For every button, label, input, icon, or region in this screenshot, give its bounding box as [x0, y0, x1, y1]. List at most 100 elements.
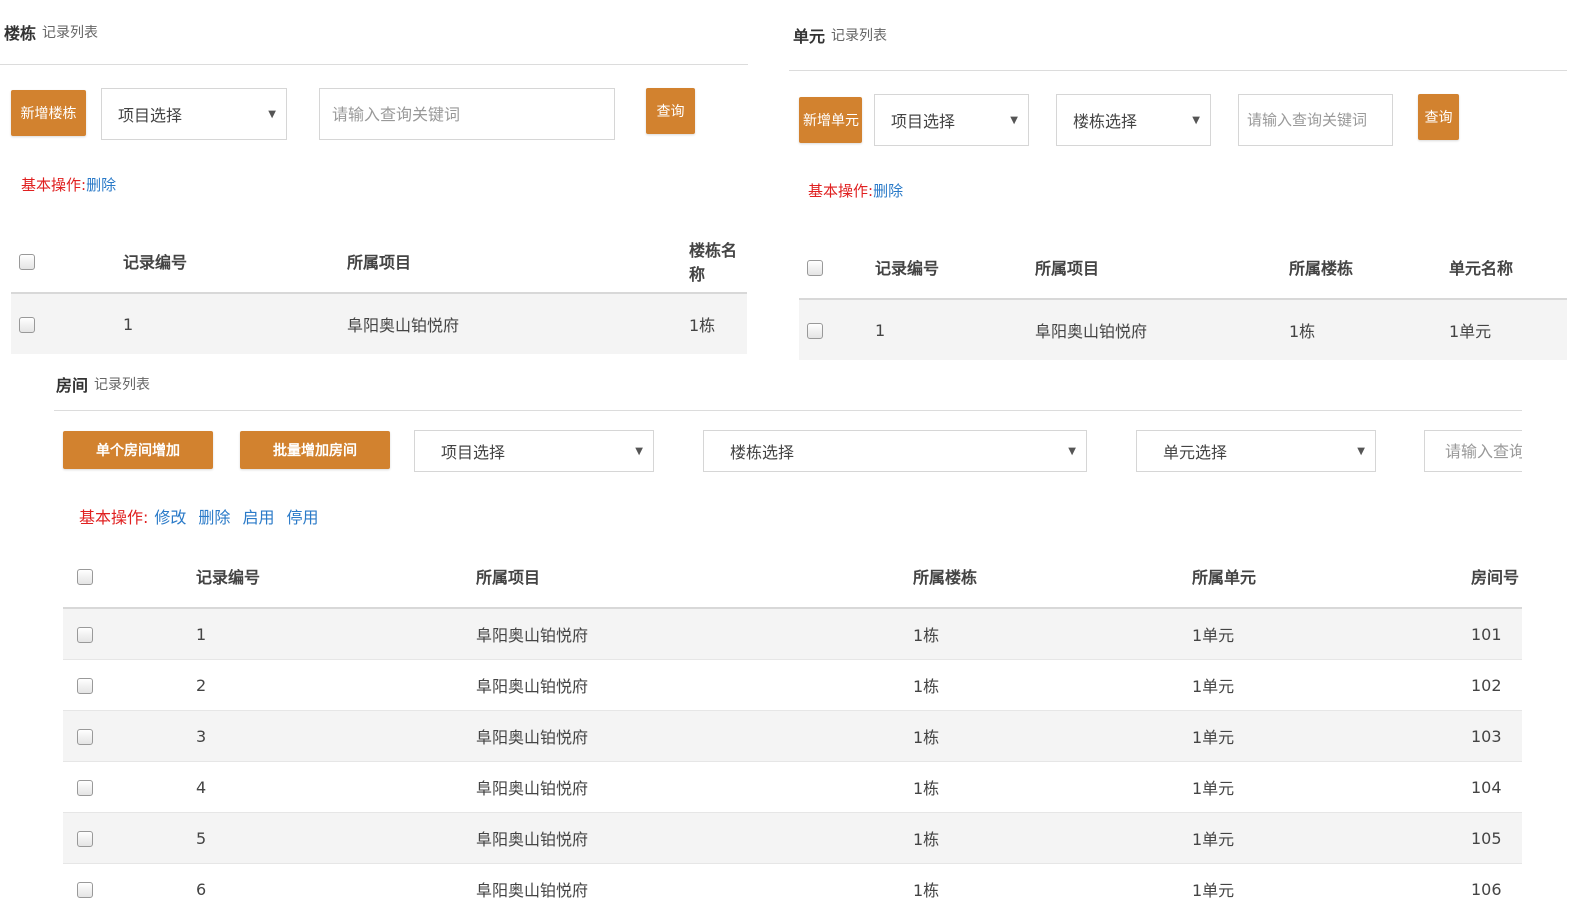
- room-unit-select-value: 单元选择: [1163, 443, 1228, 462]
- unit-name: 1单元: [1191, 812, 1470, 864]
- table-row[interactable]: 1 阜阳奥山铂悦府 1栋 1单元 101: [63, 607, 1522, 660]
- room-ops: 基本操作: 修改 删除 启用 停用: [79, 504, 330, 528]
- add-unit-button[interactable]: 新增单元: [799, 97, 862, 143]
- unit-query-button[interactable]: 查询: [1418, 94, 1459, 140]
- room-delete-link[interactable]: 删除: [198, 504, 230, 528]
- add-single-room-button[interactable]: 单个房间增加: [63, 431, 213, 469]
- room-panel: 房间 记录列表 单个房间增加 批量增加房间 项目选择 ▼ 楼栋选择 ▼ 单元选择…: [54, 358, 1522, 911]
- record-id: 1: [122, 292, 346, 354]
- building-name: 1栋: [912, 761, 1191, 813]
- chevron-down-icon: ▼: [1192, 114, 1200, 126]
- unit-building-select-value: 楼栋选择: [1073, 112, 1138, 131]
- add-building-button[interactable]: 新增楼栋: [11, 90, 86, 136]
- table-row[interactable]: 6 阜阳奥山铂悦府 1栋 1单元 106: [63, 863, 1522, 911]
- room-number: 101: [1470, 607, 1522, 660]
- table-row[interactable]: 1 阜阳奥山铂悦府 1栋 1单元: [799, 298, 1567, 360]
- building-panel-header: 楼栋 记录列表: [0, 0, 748, 65]
- building-ops: 基本操作: 删除: [21, 174, 128, 195]
- room-number: 103: [1470, 710, 1522, 762]
- building-toolbar: 新增楼栋 项目选择 ▼ 查询: [11, 86, 695, 140]
- table-row[interactable]: 1 阜阳奥山铂悦府 1栋: [11, 292, 747, 354]
- room-panel-title: 房间: [56, 376, 89, 395]
- room-building-select[interactable]: 楼栋选择 ▼: [703, 430, 1087, 472]
- record-id: 6: [195, 863, 475, 911]
- building-query-button[interactable]: 查询: [646, 88, 695, 134]
- table-header-row: 记录编号 所属项目 所属楼栋 所属单元 房间号: [63, 545, 1522, 609]
- row-checkbox[interactable]: [77, 678, 93, 694]
- building-panel-title: 楼栋: [4, 24, 37, 43]
- column-header: 记录编号: [874, 236, 1034, 300]
- record-id: 5: [195, 812, 475, 864]
- unit-project-select[interactable]: 项目选择 ▼: [874, 94, 1029, 146]
- table-row[interactable]: 3 阜阳奥山铂悦府 1栋 1单元 103: [63, 710, 1522, 762]
- project-name: 阜阳奥山铂悦府: [475, 812, 912, 864]
- project-name: 阜阳奥山铂悦府: [475, 607, 912, 660]
- column-header: 所属楼栋: [912, 545, 1191, 609]
- select-all-checkbox[interactable]: [807, 260, 823, 276]
- project-name: 阜阳奥山铂悦府: [475, 659, 912, 711]
- room-disable-link[interactable]: 停用: [286, 504, 318, 528]
- chevron-down-icon: ▼: [1068, 445, 1076, 457]
- row-checkbox[interactable]: [807, 323, 823, 339]
- row-checkbox[interactable]: [77, 882, 93, 898]
- building-ops-label: 基本操作:: [21, 176, 87, 194]
- table-row[interactable]: 5 阜阳奥山铂悦府 1栋 1单元 105: [63, 812, 1522, 864]
- building-name: 1栋: [912, 863, 1191, 911]
- batch-add-rooms-button[interactable]: 批量增加房间: [240, 431, 390, 469]
- building-project-select-value: 项目选择: [118, 106, 183, 125]
- unit-search-input[interactable]: [1238, 94, 1393, 146]
- room-panel-header: 房间 记录列表: [54, 358, 1522, 411]
- table-header-row: 记录编号 所属项目 所属楼栋 单元名称: [799, 236, 1567, 300]
- select-all-checkbox[interactable]: [77, 569, 93, 585]
- building-search-input[interactable]: [319, 88, 615, 140]
- building-project-select[interactable]: 项目选择 ▼: [101, 88, 287, 140]
- column-header: 所属单元: [1191, 545, 1470, 609]
- room-edit-link[interactable]: 修改: [154, 504, 186, 528]
- column-header: 所属项目: [346, 230, 688, 294]
- building-name: 1栋: [688, 292, 747, 354]
- building-name: 1栋: [912, 659, 1191, 711]
- unit-name: 1单元: [1191, 863, 1470, 911]
- table-row[interactable]: 2 阜阳奥山铂悦府 1栋 1单元 102: [63, 659, 1522, 711]
- column-header: 记录编号: [195, 545, 475, 609]
- unit-panel-subtitle: 记录列表: [831, 28, 888, 44]
- building-panel-subtitle: 记录列表: [42, 25, 99, 41]
- room-number: 106: [1470, 863, 1522, 911]
- room-enable-link[interactable]: 启用: [242, 504, 274, 528]
- chevron-down-icon: ▼: [1357, 445, 1365, 457]
- room-project-select[interactable]: 项目选择 ▼: [414, 430, 654, 472]
- unit-name: 1单元: [1191, 607, 1470, 660]
- table-header-row: 记录编号 所属项目 楼栋名称: [11, 230, 747, 294]
- column-header: 楼栋名称: [688, 230, 747, 294]
- room-building-select-value: 楼栋选择: [730, 443, 795, 462]
- room-number: 102: [1470, 659, 1522, 711]
- column-header: 所属项目: [475, 545, 912, 609]
- column-header: 所属楼栋: [1288, 236, 1448, 300]
- row-checkbox[interactable]: [77, 729, 93, 745]
- select-all-checkbox[interactable]: [19, 254, 35, 270]
- building-table: 记录编号 所属项目 楼栋名称 1 阜阳奥山铂悦府 1栋: [11, 230, 747, 354]
- unit-building-select[interactable]: 楼栋选择 ▼: [1056, 94, 1211, 146]
- column-header: 房间号: [1470, 545, 1522, 609]
- unit-project-select-value: 项目选择: [891, 112, 956, 131]
- room-search-input[interactable]: [1424, 430, 1522, 472]
- building-delete-link[interactable]: 删除: [86, 174, 116, 195]
- unit-ops-label: 基本操作:: [808, 182, 874, 200]
- row-checkbox[interactable]: [77, 627, 93, 643]
- unit-name: 1单元: [1191, 659, 1470, 711]
- row-checkbox[interactable]: [77, 780, 93, 796]
- unit-delete-link[interactable]: 删除: [873, 180, 903, 201]
- unit-panel: 单元 记录列表 新增单元 项目选择 ▼ 楼栋选择 ▼ 查询 基本操作: 删除 记…: [789, 0, 1567, 360]
- room-unit-select[interactable]: 单元选择 ▼: [1136, 430, 1376, 472]
- record-id: 1: [874, 298, 1034, 360]
- record-id: 3: [195, 710, 475, 762]
- room-number: 104: [1470, 761, 1522, 813]
- project-name: 阜阳奥山铂悦府: [475, 863, 912, 911]
- row-checkbox[interactable]: [19, 317, 35, 333]
- table-row[interactable]: 4 阜阳奥山铂悦府 1栋 1单元 104: [63, 761, 1522, 813]
- project-name: 阜阳奥山铂悦府: [1034, 298, 1288, 360]
- row-checkbox[interactable]: [77, 831, 93, 847]
- unit-name: 1单元: [1191, 761, 1470, 813]
- unit-name: 1单元: [1191, 710, 1470, 762]
- unit-ops: 基本操作: 删除: [808, 180, 915, 201]
